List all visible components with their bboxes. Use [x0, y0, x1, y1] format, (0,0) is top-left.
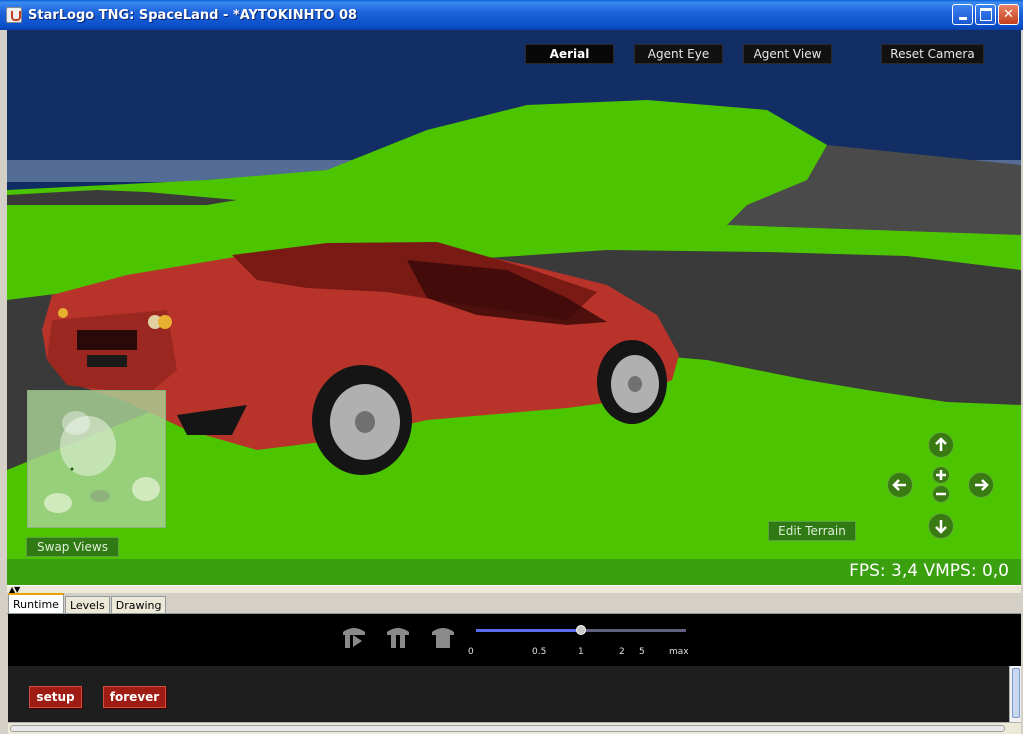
horizontal-scrollbar[interactable] — [8, 722, 1021, 734]
vertical-scroll-thumb[interactable] — [1012, 668, 1020, 718]
vertical-scrollbar[interactable] — [1009, 666, 1021, 722]
tab-drawing[interactable]: Drawing — [110, 596, 167, 614]
minimize-button[interactable] — [952, 4, 973, 25]
window-title-bar[interactable]: StarLogo TNG: SpaceLand - *AYTOKINHTO 08… — [0, 0, 1023, 30]
runtime-buttons-panel: setup forever — [8, 666, 1021, 722]
step-icon[interactable] — [340, 624, 368, 650]
speed-tick: 0.5 — [532, 647, 547, 657]
speed-tick: 0 — [468, 647, 474, 657]
speed-tick: max — [669, 647, 689, 657]
tab-bar: Runtime Levels Drawing — [8, 593, 167, 614]
plus-icon — [936, 470, 946, 480]
window-controls: ✕ — [952, 4, 1019, 25]
window-title: StarLogo TNG: SpaceLand - *AYTOKINHTO 08 — [28, 7, 358, 23]
horizontal-scroll-thumb[interactable] — [10, 725, 1005, 732]
reset-camera-button[interactable]: Reset Camera — [881, 44, 984, 64]
pane-splitter[interactable]: ▲▼ — [7, 585, 1021, 594]
zoom-in-button[interactable] — [932, 466, 950, 484]
speed-tick: 1 — [578, 647, 584, 657]
arrow-down-icon — [935, 520, 947, 534]
camera-agent-view-button[interactable]: Agent View — [743, 44, 832, 64]
maximize-button[interactable] — [975, 4, 996, 25]
swap-views-button[interactable]: Swap Views — [26, 537, 119, 557]
tab-levels[interactable]: Levels — [64, 596, 110, 614]
runtime-control-bar: 0 0.5 1 2 5 max — [8, 614, 1021, 666]
camera-left-button[interactable] — [887, 472, 913, 498]
tab-runtime[interactable]: Runtime — [8, 593, 64, 614]
camera-aerial-button[interactable]: Aerial — [525, 44, 614, 64]
status-bar: FPS: 3,4 VMPS: 0,0 — [7, 559, 1021, 585]
camera-right-button[interactable] — [968, 472, 994, 498]
setup-button[interactable]: setup — [29, 686, 82, 708]
maximize-icon — [976, 5, 995, 24]
minimap-view — [44, 411, 160, 513]
arrow-up-icon — [935, 437, 947, 451]
camera-up-button[interactable] — [928, 432, 954, 458]
java-cup-icon — [6, 7, 22, 23]
spaceland-viewport[interactable]: Aerial Agent Eye Agent View Reset Camera… — [7, 30, 1021, 585]
speed-tick: 2 — [619, 647, 625, 657]
speed-tick: 5 — [639, 647, 645, 657]
speed-slider[interactable] — [476, 625, 686, 635]
minus-icon — [936, 492, 946, 496]
stop-icon[interactable] — [429, 624, 457, 650]
camera-down-button[interactable] — [928, 513, 954, 539]
fps-readout: FPS: 3,4 VMPS: 0,0 — [849, 561, 1009, 581]
minimap[interactable] — [27, 390, 166, 528]
arrow-right-icon — [975, 479, 989, 491]
forever-button[interactable]: forever — [103, 686, 166, 708]
zoom-out-button[interactable] — [932, 485, 950, 503]
camera-agent-eye-button[interactable]: Agent Eye — [634, 44, 723, 64]
minimize-icon — [953, 5, 972, 24]
speed-slider-fill — [476, 629, 581, 632]
close-button[interactable]: ✕ — [998, 4, 1019, 25]
pause-icon[interactable] — [384, 624, 412, 650]
edit-terrain-button[interactable]: Edit Terrain — [768, 521, 856, 541]
arrow-left-icon — [892, 479, 906, 491]
close-icon: ✕ — [1003, 7, 1014, 22]
speed-slider-thumb[interactable] — [576, 625, 586, 635]
